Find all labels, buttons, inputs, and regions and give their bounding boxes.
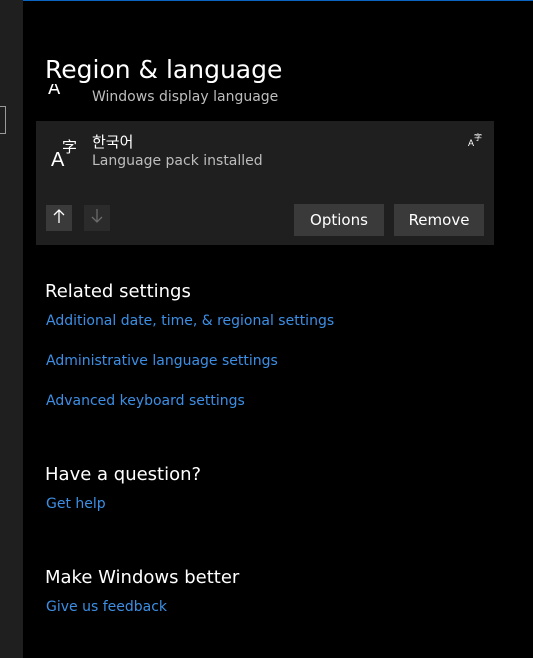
make-windows-better-heading: Make Windows better: [45, 567, 240, 588]
arrow-up-icon: [52, 208, 66, 228]
arrow-down-icon: [90, 208, 104, 228]
give-us-feedback-link[interactable]: Give us feedback: [46, 599, 167, 615]
language-icon: A 字: [50, 135, 80, 171]
administrative-language-settings-link[interactable]: Administrative language settings: [46, 353, 278, 369]
scrolled-item-glyph: A: [48, 84, 61, 99]
page-title: Region & language: [45, 55, 283, 84]
language-name: 한국어: [92, 133, 134, 151]
move-up-button[interactable]: [46, 205, 72, 231]
language-card-korean[interactable]: A 字 한국어 Language pack installed A 字 Opti…: [36, 121, 494, 245]
svg-text:字: 字: [474, 132, 482, 142]
move-down-button[interactable]: [84, 205, 110, 231]
related-settings-heading: Related settings: [45, 281, 191, 302]
main-content: A Windows display language Region & lang…: [23, 0, 533, 658]
language-status: Language pack installed: [92, 153, 263, 169]
display-language-feature-icon: A 字: [468, 131, 484, 148]
have-a-question-heading: Have a question?: [45, 464, 202, 485]
remove-button[interactable]: Remove: [394, 204, 484, 236]
navigation-pane: [0, 0, 23, 658]
windows-display-language-label: Windows display language: [92, 89, 279, 105]
settings-window: A Windows display language Region & lang…: [0, 0, 533, 658]
advanced-keyboard-settings-link[interactable]: Advanced keyboard settings: [46, 393, 245, 409]
navigation-search-box-edge[interactable]: [0, 106, 6, 134]
get-help-link[interactable]: Get help: [46, 496, 106, 512]
scrolled-display-language-row: A Windows display language: [23, 84, 533, 106]
options-button[interactable]: Options: [294, 204, 384, 236]
additional-date-time-regional-settings-link[interactable]: Additional date, time, & regional settin…: [46, 313, 334, 329]
svg-text:字: 字: [62, 138, 77, 156]
